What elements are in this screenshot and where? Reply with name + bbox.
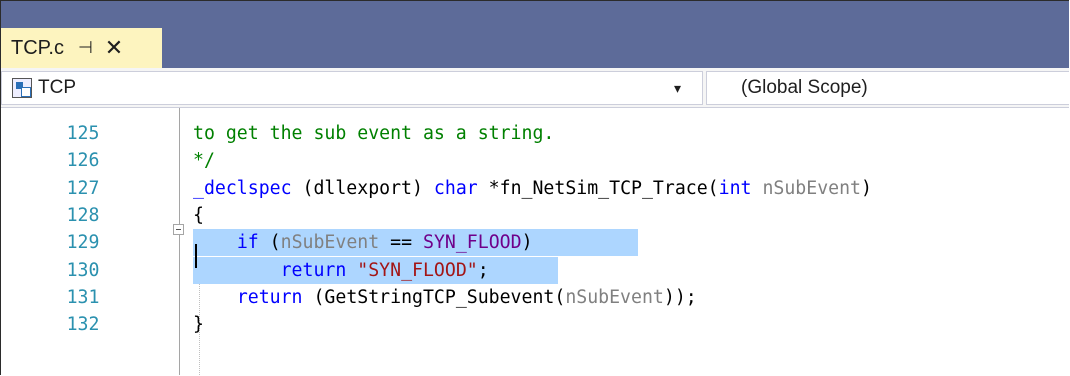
code-line[interactable]: 132} (1, 311, 1069, 338)
code-token: ( (258, 232, 281, 254)
code-token: (dllexport) (291, 177, 434, 199)
code-token: */ (193, 150, 215, 172)
project-icon (12, 78, 32, 98)
code-token: if (236, 232, 259, 254)
line-number: 128 (66, 204, 100, 226)
code-token: } (193, 314, 204, 336)
code-editor[interactable]: 125 to get the sub event as a string. 126 *… (1, 108, 1069, 375)
tab-tcp-c[interactable]: TCP.c ⊣ ✕ (1, 28, 162, 68)
code-token: "SYN_FLOOD" (357, 259, 478, 281)
text-cursor (195, 244, 197, 268)
code-token: int (718, 177, 752, 199)
project-dropdown[interactable]: TCP ▾ (1, 71, 703, 105)
code-token: ) (521, 232, 533, 254)
scope-label: (Global Scope) (741, 77, 868, 98)
editor-window: TCP.c ⊣ ✕ TCP ▾ (Global Scope) 125 to get… (0, 0, 1069, 375)
code-token: _declspec (193, 177, 292, 199)
line-number: 125 (66, 123, 100, 144)
code-line[interactable]: 125 to get the sub event as a string. (1, 120, 1069, 147)
code-token: ; (477, 259, 489, 281)
code-line[interactable]: 127 _declspec (dllexport) char *fn_NetSim… (1, 175, 1069, 202)
code-token: )); (663, 286, 697, 308)
close-icon[interactable]: ✕ (105, 37, 123, 59)
pin-icon[interactable]: ⊣ (78, 38, 93, 58)
chevron-down-icon[interactable]: ▾ (674, 80, 681, 97)
line-number: 129 (66, 232, 100, 254)
code-token: to get the sub event as a string. (193, 123, 555, 144)
project-label: TCP (38, 77, 76, 98)
scope-dropdown[interactable]: (Global Scope) (706, 71, 1069, 105)
code-line[interactable]: 128 { (1, 202, 1069, 229)
code-token: return (236, 286, 303, 308)
tab-title: TCP.c (11, 36, 64, 59)
code-text: */ (193, 147, 215, 174)
code-token: ) (861, 177, 872, 199)
document-tab-strip: TCP.c ⊣ ✕ (1, 1, 1069, 68)
code-token: nSubEvent (565, 286, 664, 308)
code-line[interactable]: 130 return "SYN_FLOOD"; (1, 256, 1069, 284)
code-token: { (193, 204, 204, 226)
code-text: _declspec (dllexport) char *fn_NetSim_TC… (193, 175, 872, 202)
code-text: } (193, 311, 204, 338)
navigation-bar: TCP ▾ (Global Scope) (1, 68, 1069, 108)
code-token: == (379, 232, 423, 254)
line-number: 131 (66, 286, 100, 308)
code-token: SYN_FLOOD (423, 232, 522, 254)
code-token: char (433, 177, 478, 199)
code-text: return (GetStringTCP_Subevent(nSubEvent)… (193, 284, 697, 311)
code-text: return "SYN_FLOOD"; (193, 257, 489, 284)
code-line[interactable]: 129 if (nSubEvent == SYN_FLOOD) (1, 229, 1069, 257)
code-token: (GetStringTCP_Subevent( (302, 286, 566, 308)
code-line[interactable]: 126 */ (1, 147, 1069, 174)
code-token: *fn_NetSim_TCP_Trace( (477, 177, 719, 199)
code-token: nSubEvent (762, 177, 862, 199)
code-text: to get the sub event as a string. (193, 120, 554, 147)
line-number: 130 (66, 259, 100, 281)
line-number: 127 (66, 177, 100, 199)
code-text: { (193, 202, 204, 229)
line-number: 132 (66, 314, 100, 336)
code-token: nSubEvent (280, 232, 380, 254)
code-text: if (nSubEvent == SYN_FLOOD) (193, 229, 533, 256)
code-line[interactable]: 131 return (GetStringTCP_Subevent(nSubEv… (1, 284, 1069, 311)
line-number: 126 (66, 150, 100, 172)
code-token: return (280, 259, 347, 281)
